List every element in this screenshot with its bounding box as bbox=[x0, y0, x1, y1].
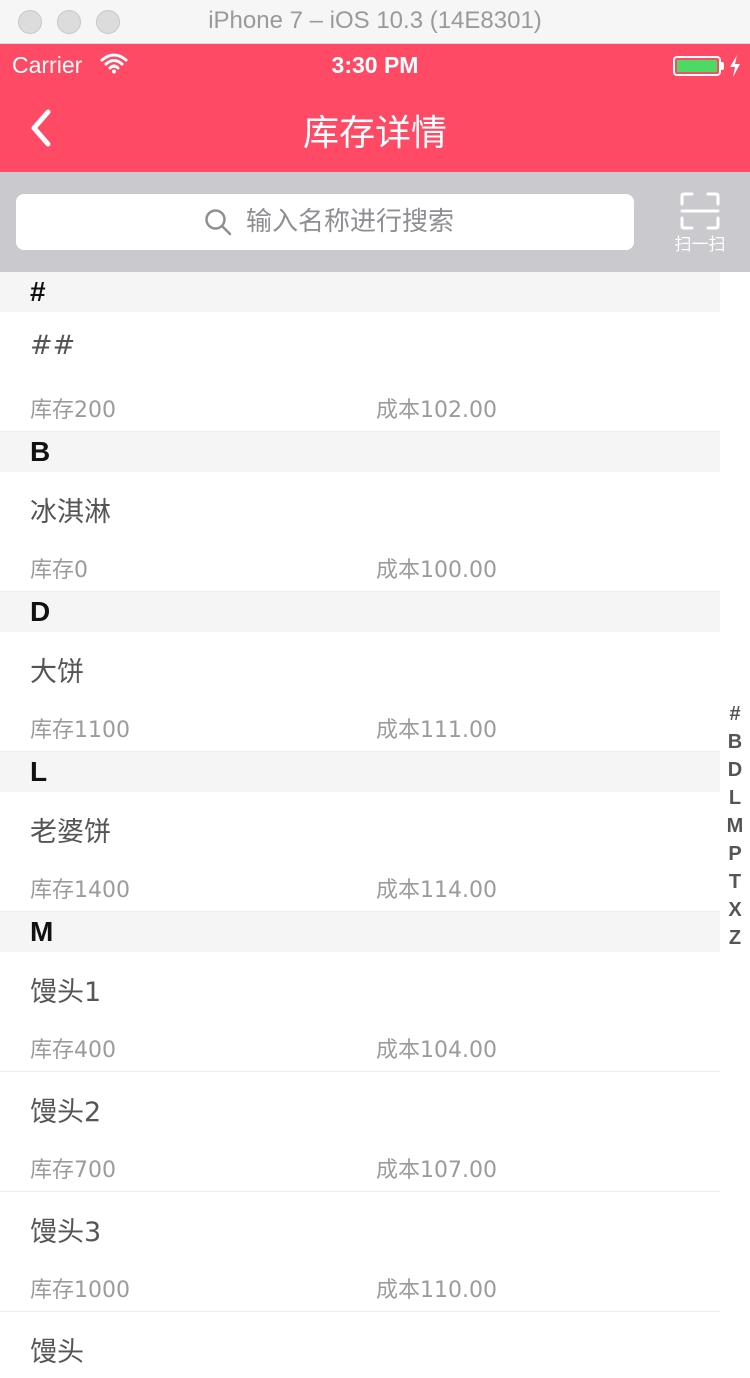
item-cost: 成本110.00 bbox=[376, 1278, 497, 1303]
list-item[interactable]: 馒头2 库存700 成本107.00 bbox=[0, 1072, 720, 1192]
item-name: 老婆饼 bbox=[30, 817, 111, 848]
search-input[interactable] bbox=[246, 204, 626, 240]
scan-button[interactable]: 扫一扫 bbox=[650, 172, 750, 272]
list-item[interactable]: 老婆饼 库存1400 成本114.00 bbox=[0, 792, 720, 912]
index-letter-hash[interactable]: # bbox=[720, 700, 750, 728]
item-stock: 库存1000 bbox=[30, 1278, 130, 1303]
battery-cap bbox=[721, 62, 724, 70]
item-name: 馒头2 bbox=[30, 1097, 102, 1128]
simulator-title: iPhone 7 – iOS 10.3 (14E8301) bbox=[208, 7, 542, 34]
section-header: L bbox=[0, 752, 720, 792]
item-cost: 成本111.00 bbox=[376, 718, 497, 743]
item-stock: 库存200 bbox=[30, 398, 116, 423]
item-stock: 库存0 bbox=[30, 558, 88, 583]
alphabet-index[interactable]: # B D L M P T X Z bbox=[720, 700, 750, 952]
item-name: 馒头3 bbox=[30, 1217, 102, 1248]
item-name: 冰淇淋 bbox=[30, 497, 111, 528]
navigation-header: Carrier 3:30 PM 库存详情 bbox=[0, 44, 750, 172]
item-name: ## bbox=[30, 330, 76, 361]
scan-label: 扫一扫 bbox=[674, 235, 726, 255]
index-letter-l[interactable]: L bbox=[720, 784, 750, 812]
status-time: 3:30 PM bbox=[331, 52, 419, 78]
index-letter-d[interactable]: D bbox=[720, 756, 750, 784]
section-header: B bbox=[0, 432, 720, 472]
item-stock: 库存700 bbox=[30, 1158, 116, 1183]
list-item[interactable]: ## 库存200 成本102.00 bbox=[0, 312, 720, 432]
charging-bolt-icon bbox=[730, 55, 740, 77]
item-cost: 成本114.00 bbox=[376, 878, 497, 903]
item-name: 馒头1 bbox=[30, 977, 102, 1008]
list-item[interactable]: 馒头3 库存1000 成本110.00 bbox=[0, 1192, 720, 1312]
item-name: 大饼 bbox=[30, 657, 84, 688]
list-item[interactable]: 大饼 库存1100 成本111.00 bbox=[0, 632, 720, 752]
search-area: 扫一扫 bbox=[0, 172, 750, 272]
scan-icon bbox=[680, 192, 720, 230]
item-cost: 成本102.00 bbox=[376, 398, 497, 423]
page-title: 库存详情 bbox=[302, 113, 447, 154]
list-item[interactable]: 馒头1 库存400 成本104.00 bbox=[0, 952, 720, 1072]
battery-icon bbox=[673, 56, 721, 76]
index-letter-z[interactable]: Z bbox=[720, 924, 750, 952]
section-header: # bbox=[0, 272, 720, 312]
index-letter-x[interactable]: X bbox=[720, 896, 750, 924]
inventory-list[interactable]: # ## 库存200 成本102.00 B 冰淇淋 库存0 成本100.00 D… bbox=[0, 272, 720, 1378]
item-stock: 库存400 bbox=[30, 1038, 116, 1063]
item-name: 馒头 bbox=[30, 1337, 84, 1368]
search-box[interactable] bbox=[16, 194, 634, 250]
section-header: D bbox=[0, 592, 720, 632]
index-letter-p[interactable]: P bbox=[720, 840, 750, 868]
item-cost: 成本104.00 bbox=[376, 1038, 497, 1063]
index-letter-t[interactable]: T bbox=[720, 868, 750, 896]
item-cost: 成本100.00 bbox=[376, 558, 497, 583]
list-item[interactable]: 馒头 bbox=[0, 1312, 720, 1378]
index-letter-b[interactable]: B bbox=[720, 728, 750, 756]
item-cost: 成本107.00 bbox=[376, 1158, 497, 1183]
search-icon bbox=[205, 209, 232, 236]
simulator-title-bar: iPhone 7 – iOS 10.3 (14E8301) bbox=[0, 0, 750, 44]
item-stock: 库存1400 bbox=[30, 878, 130, 903]
index-letter-m[interactable]: M bbox=[720, 812, 750, 840]
item-stock: 库存1100 bbox=[30, 718, 130, 743]
list-item[interactable]: 冰淇淋 库存0 成本100.00 bbox=[0, 472, 720, 592]
section-header: M bbox=[0, 912, 720, 952]
